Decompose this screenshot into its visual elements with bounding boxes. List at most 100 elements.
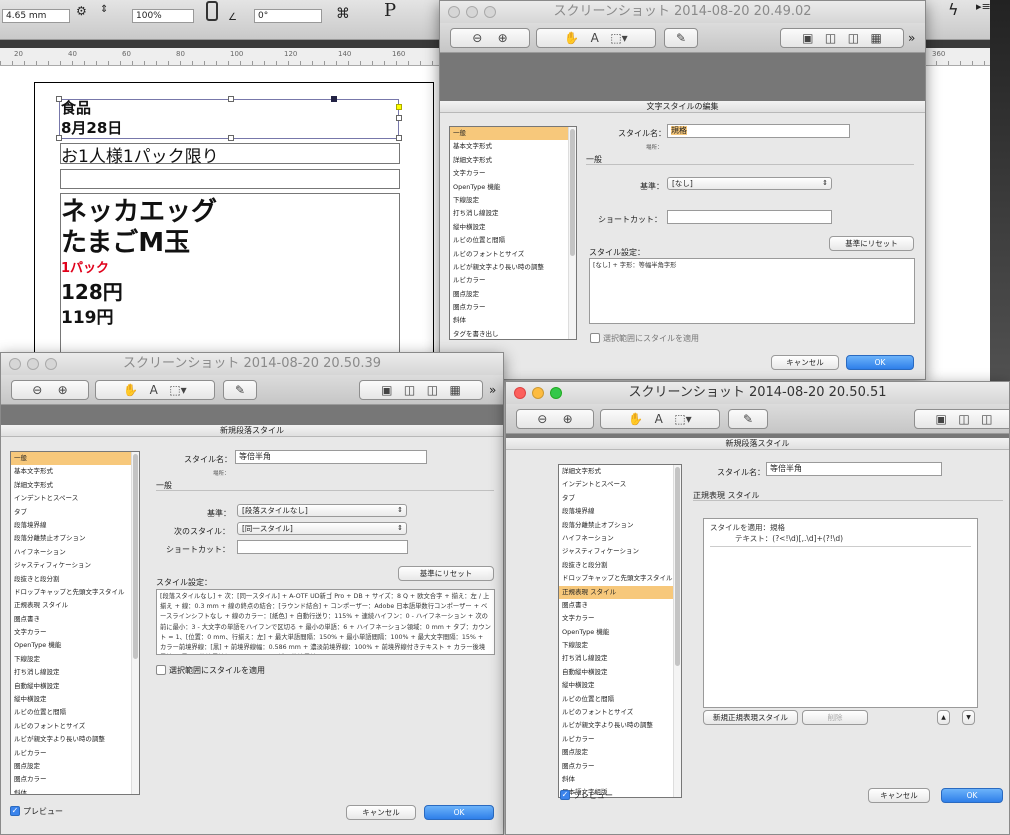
- list-item[interactable]: 自動縦中横設定: [11, 680, 139, 693]
- select-tools[interactable]: ✋ A ⬚▾: [536, 28, 656, 48]
- list-item[interactable]: 段落境界線: [11, 519, 139, 532]
- list-item[interactable]: ドロップキャップと先頭文字スタイル: [11, 586, 139, 599]
- view-mode-buttons[interactable]: ▣ ◫ ◫: [914, 409, 1009, 429]
- list-item[interactable]: 下線設定: [11, 653, 139, 666]
- list-item[interactable]: 正規表現 スタイル: [11, 599, 139, 612]
- zoom-button[interactable]: [550, 387, 562, 399]
- list-item[interactable]: 文字カラー: [11, 626, 139, 639]
- style-name-input[interactable]: 規格: [667, 124, 850, 138]
- text-select-icon[interactable]: A: [655, 412, 663, 426]
- list-item[interactable]: 圏点カラー: [11, 773, 139, 786]
- thumbnail-view-icon[interactable]: ◫: [825, 31, 836, 45]
- list-item[interactable]: ルビが親文字より長い時の調整: [559, 719, 681, 732]
- list-item[interactable]: 基本文字形式: [11, 465, 139, 478]
- select-tools[interactable]: ✋ A ⬚▾: [600, 409, 720, 429]
- lightning-icon[interactable]: ϟ: [948, 0, 959, 19]
- zoom-controls[interactable]: ⊖ ⊕: [450, 28, 530, 48]
- annotate-button[interactable]: ✎: [728, 409, 768, 429]
- list-item[interactable]: タブ: [11, 506, 139, 519]
- scrollbar[interactable]: [568, 127, 576, 339]
- apply-checkbox[interactable]: [156, 665, 166, 675]
- toc-view-icon[interactable]: ◫: [848, 31, 859, 45]
- list-item[interactable]: 段落分離禁止オプション: [11, 532, 139, 545]
- select-tools[interactable]: ✋ A ⬚▾: [95, 380, 215, 400]
- ok-button[interactable]: OK: [846, 355, 914, 370]
- cancel-button[interactable]: キャンセル: [771, 355, 839, 370]
- overflow-icon[interactable]: »: [908, 31, 915, 45]
- list-item[interactable]: ジャスティフィケーション: [559, 545, 681, 558]
- cancel-button[interactable]: キャンセル: [868, 788, 930, 803]
- style-name-input[interactable]: 等倍半角: [235, 450, 427, 464]
- list-item[interactable]: タグを書き出し: [450, 328, 576, 339]
- zoom-controls[interactable]: ⊖ ⊕: [516, 409, 594, 429]
- list-item[interactable]: 圏点書き: [11, 613, 139, 626]
- new-regex-style-button[interactable]: 新規正規表現スタイル: [703, 710, 798, 725]
- transform-icon[interactable]: ⌘: [336, 6, 350, 22]
- list-item[interactable]: OpenType 機能: [559, 626, 681, 639]
- list-item[interactable]: ハイフネーション: [559, 532, 681, 545]
- close-button[interactable]: [9, 358, 21, 370]
- list-item[interactable]: ルビの位置と間隔: [11, 706, 139, 719]
- list-item[interactable]: ルビのフォントとサイズ: [450, 248, 576, 261]
- rect-select-icon[interactable]: ⬚▾: [610, 31, 627, 45]
- rule-apply-style[interactable]: スタイルを適用：規格: [710, 522, 971, 533]
- list-item[interactable]: 一般: [450, 127, 576, 141]
- preview-checkbox[interactable]: ✓: [560, 790, 570, 800]
- reset-button[interactable]: 基準にリセット: [398, 566, 494, 581]
- list-item[interactable]: ルビのフォントとサイズ: [559, 706, 681, 719]
- list-item[interactable]: 斜体: [11, 787, 139, 794]
- category-list[interactable]: 詳細文字形式 インデントとスペース タブ 段落境界線 段落分離禁止オプション ハイフネーシ…: [558, 464, 682, 798]
- list-item[interactable]: 斜体: [450, 314, 576, 327]
- close-button[interactable]: [448, 6, 460, 18]
- zoom-in-icon[interactable]: ⊕: [498, 31, 508, 45]
- panel-menu-icon[interactable]: ▸≡: [976, 0, 991, 13]
- list-item[interactable]: ルビが親文字より長い時の調整: [11, 733, 139, 746]
- list-item[interactable]: OpenType 機能: [11, 639, 139, 652]
- contact-sheet-icon[interactable]: ▦: [450, 383, 461, 397]
- reset-button[interactable]: 基準にリセット: [829, 236, 914, 251]
- list-item[interactable]: 圏点カラー: [450, 301, 576, 314]
- rect-select-icon[interactable]: ⬚▾: [674, 412, 691, 426]
- list-item[interactable]: 斜体: [559, 773, 681, 786]
- scale-field[interactable]: 100%: [132, 9, 194, 23]
- list-item[interactable]: 圏点カラー: [559, 760, 681, 773]
- delete-button[interactable]: 削除: [802, 710, 868, 725]
- category-list[interactable]: 一般 基本文字形式 詳細文字形式 インデントとスペース タブ 段落境界線 段落分離禁止オプシ…: [10, 451, 140, 795]
- ok-button[interactable]: OK: [941, 788, 1003, 803]
- list-item[interactable]: 圏点設定: [11, 760, 139, 773]
- toc-view-icon[interactable]: ◫: [427, 383, 438, 397]
- handle-anchor[interactable]: [331, 96, 337, 102]
- list-item[interactable]: 下線設定: [450, 194, 576, 207]
- zoom-out-icon[interactable]: ⊖: [32, 383, 42, 397]
- handle[interactable]: [228, 96, 234, 102]
- hand-icon[interactable]: ✋: [628, 412, 643, 426]
- regex-rule-list[interactable]: スタイルを適用：規格 テキスト：(?<!\d)[,.\d]+(?!\d): [703, 518, 978, 708]
- list-item[interactable]: 詳細文字形式: [450, 154, 576, 167]
- close-button[interactable]: [514, 387, 526, 399]
- zoom-out-icon[interactable]: ⊖: [537, 412, 547, 426]
- zoom-in-icon[interactable]: ⊕: [563, 412, 573, 426]
- angle-field[interactable]: 0°: [254, 9, 322, 23]
- list-item[interactable]: 圏点書き: [559, 599, 681, 612]
- handle[interactable]: [228, 135, 234, 141]
- list-item[interactable]: 縦中横設定: [11, 693, 139, 706]
- list-item[interactable]: ルビのフォントとサイズ: [11, 720, 139, 733]
- list-item[interactable]: 段落境界線: [559, 505, 681, 518]
- minimize-button[interactable]: [466, 6, 478, 18]
- scrollbar[interactable]: [673, 465, 681, 797]
- list-item[interactable]: 詳細文字形式: [559, 465, 681, 478]
- zoom-button[interactable]: [45, 358, 57, 370]
- list-item[interactable]: ルビカラー: [559, 733, 681, 746]
- based-on-select[interactable]: [段落スタイルなし] ⇕: [237, 504, 407, 517]
- ok-button[interactable]: OK: [424, 805, 494, 820]
- shortcut-input[interactable]: [237, 540, 408, 554]
- list-item[interactable]: ハイフネーション: [11, 546, 139, 559]
- minimize-button[interactable]: [27, 358, 39, 370]
- list-item[interactable]: ドロップキャップと先頭文字スタイル: [559, 572, 681, 585]
- list-item[interactable]: 一般: [11, 452, 139, 466]
- toc-view-icon[interactable]: ◫: [981, 412, 992, 426]
- move-down-icon[interactable]: ▼: [962, 710, 975, 725]
- list-item[interactable]: 縦中横設定: [559, 679, 681, 692]
- list-item[interactable]: OpenType 機能: [450, 181, 576, 194]
- list-item[interactable]: 打ち消し線設定: [450, 207, 576, 220]
